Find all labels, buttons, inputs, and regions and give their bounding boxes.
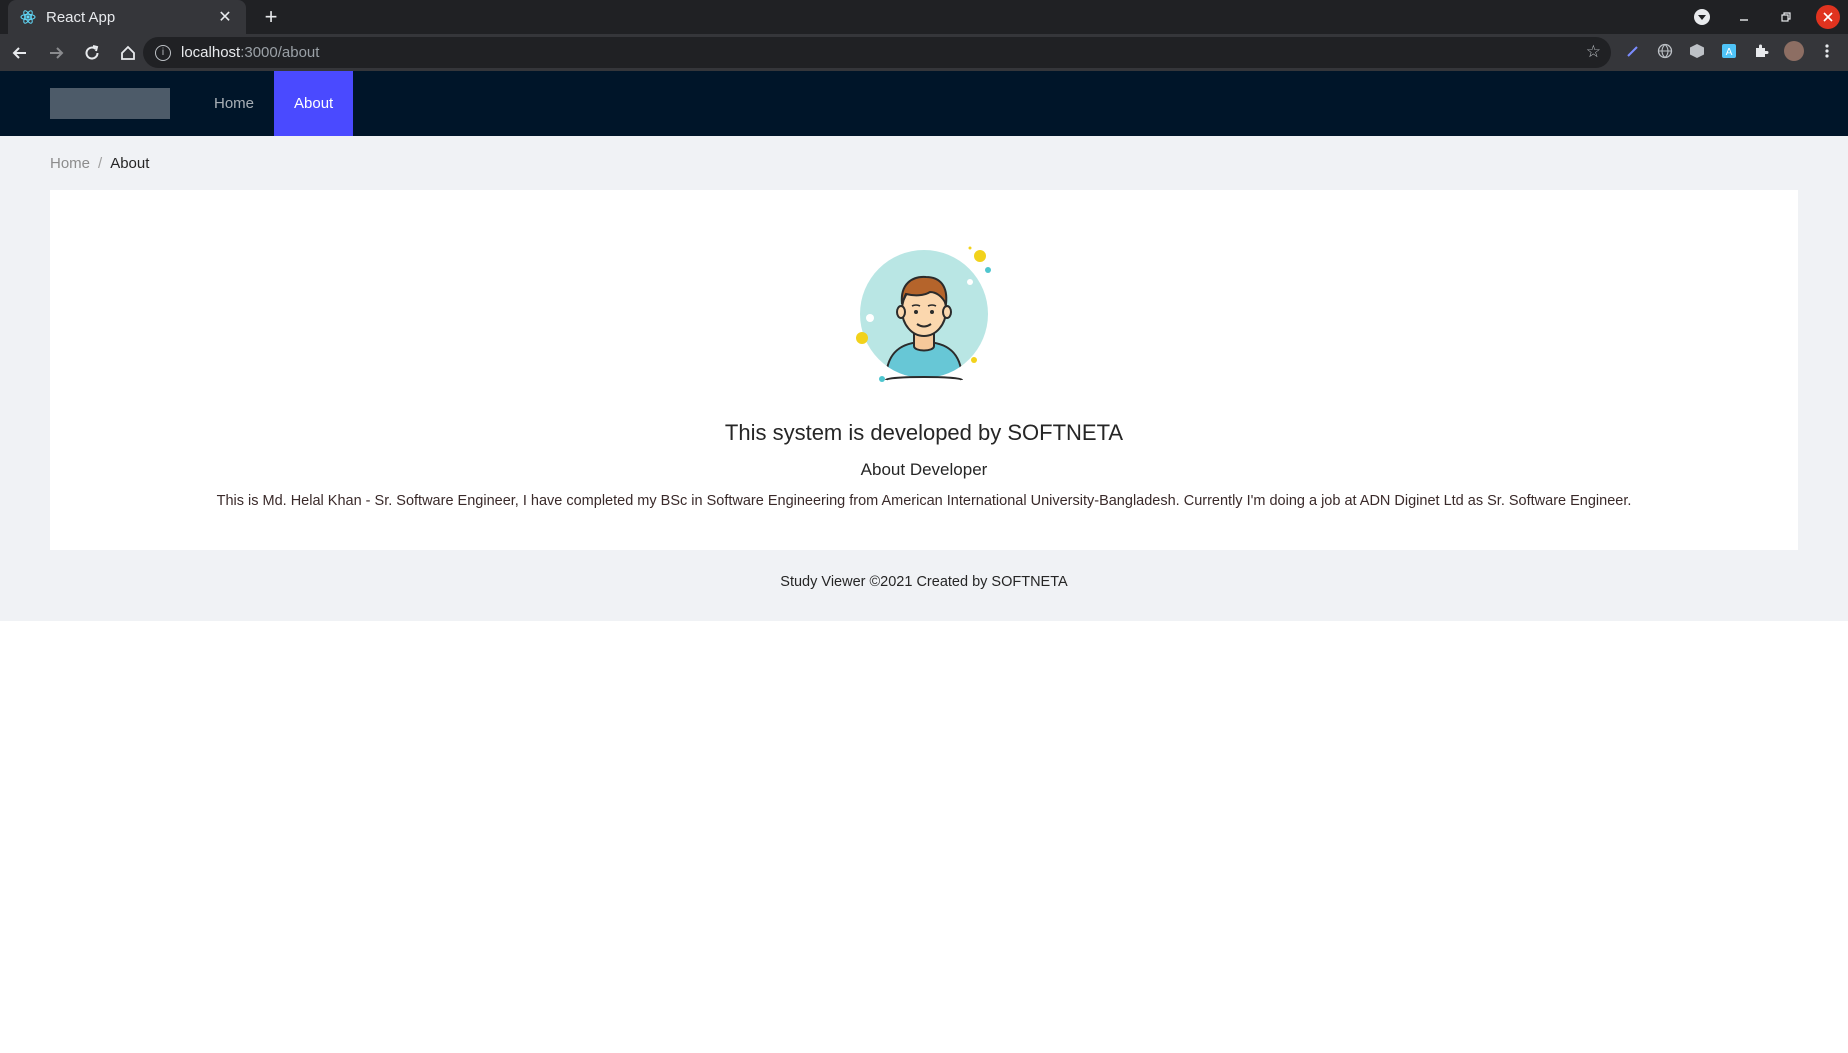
extension-icon[interactable] <box>1752 42 1770 60</box>
home-icon[interactable] <box>112 37 144 69</box>
react-icon <box>20 9 36 25</box>
footer-text: Study Viewer ©2021 Created by SOFTNETA <box>780 574 1068 590</box>
about-card: This system is developed by SOFTNETA Abo… <box>50 190 1798 550</box>
restore-icon[interactable] <box>1774 5 1798 29</box>
globe-extension-icon[interactable] <box>1656 42 1674 60</box>
info-icon[interactable]: i <box>155 44 171 61</box>
close-tab-icon[interactable]: ✕ <box>216 7 234 27</box>
web-page: Home About Home / About This system is d… <box>0 71 1848 1053</box>
reload-icon[interactable] <box>76 37 108 69</box>
window-controls <box>1690 5 1840 29</box>
browser-tab[interactable]: React App ✕ <box>8 0 246 34</box>
translate-extension-icon[interactable]: A <box>1720 42 1738 60</box>
browser-toolbar: i localhost :3000/about ☆ A <box>0 34 1848 71</box>
breadcrumb-separator: / <box>98 155 103 172</box>
profile-menu-icon[interactable] <box>1690 5 1714 29</box>
url-path: :3000/about <box>240 44 320 61</box>
address-bar[interactable]: i localhost :3000/about ☆ <box>143 37 1611 68</box>
svg-text:A: A <box>1726 47 1733 58</box>
breadcrumb-current: About <box>110 155 150 172</box>
close-window-icon[interactable] <box>1816 5 1840 29</box>
new-tab-button[interactable]: + <box>258 4 284 30</box>
section-heading: About Developer <box>860 460 988 479</box>
developer-avatar-illustration <box>844 230 1004 390</box>
breadcrumb: Home / About <box>50 155 149 172</box>
logo-placeholder <box>50 88 170 119</box>
profile-avatar[interactable] <box>1784 41 1804 61</box>
tab-title: React App <box>46 8 116 26</box>
nav-home[interactable]: Home <box>194 71 274 136</box>
url-host: localhost <box>181 44 241 61</box>
browser-tabbar: React App ✕ + <box>0 0 1848 34</box>
forward-icon[interactable] <box>40 37 72 69</box>
back-icon[interactable] <box>4 37 36 69</box>
page-headline: This system is developed by SOFTNETA <box>724 420 1124 445</box>
breadcrumb-home[interactable]: Home <box>50 155 90 172</box>
cube-extension-icon[interactable] <box>1688 42 1706 60</box>
star-icon[interactable]: ☆ <box>1586 42 1601 62</box>
minimize-icon[interactable] <box>1732 5 1756 29</box>
pen-extension-icon[interactable] <box>1624 42 1642 60</box>
more-menu-icon[interactable] <box>1818 42 1836 60</box>
developer-description: This is Md. Helal Khan - Sr. Software En… <box>216 493 1632 509</box>
extensions-area: A <box>1624 41 1836 61</box>
nav-about[interactable]: About <box>274 71 354 136</box>
app-header: Home About <box>0 71 1848 136</box>
app-layout: Home About Home / About This system is d… <box>0 71 1848 621</box>
